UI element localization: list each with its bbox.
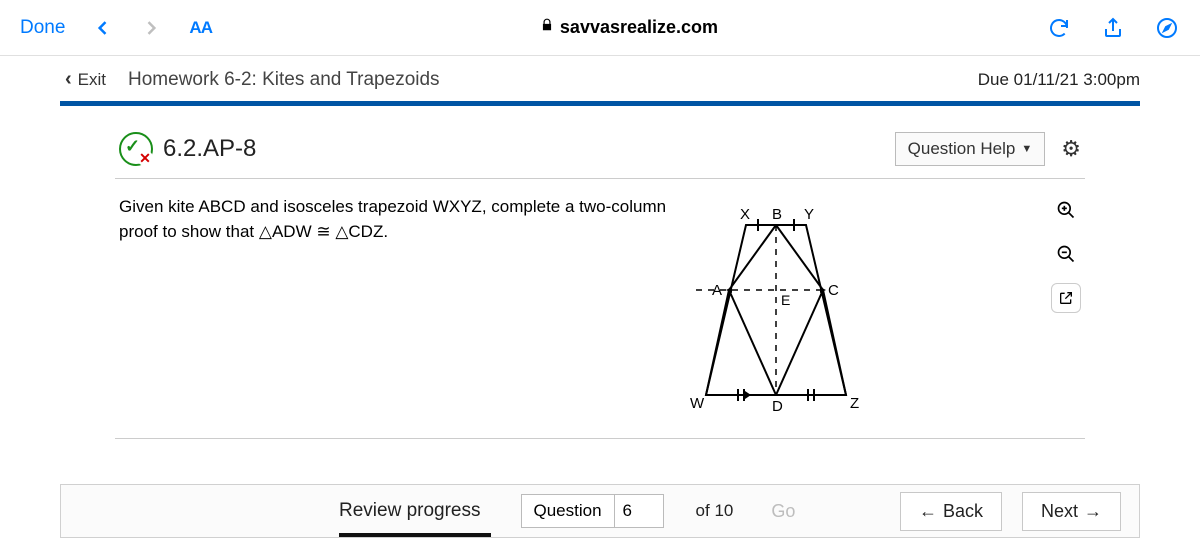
- gear-icon[interactable]: ⚙: [1061, 136, 1081, 162]
- assignment-header: ‹ Exit Homework 6-2: Kites and Trapezoid…: [0, 56, 1200, 101]
- arrow-right-icon: →: [1084, 501, 1102, 522]
- next-label: Next: [1041, 501, 1078, 522]
- question-nav: Question: [521, 494, 664, 528]
- question-id: 6.2.AP-8: [163, 135, 256, 163]
- card-header: 6.2.AP-8 Question Help ⚙: [115, 126, 1085, 179]
- text-size-button[interactable]: AA: [189, 18, 212, 38]
- footer-bar: Review progress Question of 10 Go ← Back…: [60, 484, 1140, 538]
- question-help-label: Question Help: [908, 139, 1016, 159]
- figure: X B Y A C E W D Z: [696, 195, 876, 438]
- url-bar[interactable]: savvasrealize.com: [240, 17, 1018, 38]
- compass-icon[interactable]: [1154, 15, 1180, 41]
- due-date: Due 01/11/21 3:00pm: [978, 70, 1170, 90]
- next-button[interactable]: Next →: [1022, 492, 1121, 531]
- reload-icon[interactable]: [1046, 15, 1072, 41]
- url-text: savvasrealize.com: [560, 17, 718, 38]
- svg-text:C: C: [828, 282, 839, 299]
- lock-icon: [540, 18, 554, 37]
- svg-text:D: D: [772, 398, 783, 415]
- popout-button[interactable]: [1051, 283, 1081, 313]
- forward-icon: [141, 18, 161, 38]
- share-icon[interactable]: [1100, 15, 1126, 41]
- back-label: Back: [943, 501, 983, 522]
- browser-bar: Done AA savvasrealize.com: [0, 0, 1200, 56]
- arrow-left-icon: ←: [919, 501, 937, 522]
- svg-text:X: X: [740, 206, 750, 223]
- svg-text:W: W: [690, 395, 705, 412]
- question-help-button[interactable]: Question Help: [895, 132, 1046, 166]
- chevron-left-icon: ‹: [65, 68, 72, 91]
- zoom-in-button[interactable]: [1051, 195, 1081, 225]
- exit-button[interactable]: ‹ Exit: [65, 68, 106, 91]
- assignment-title: Homework 6-2: Kites and Trapezoids: [128, 69, 440, 91]
- question-number-input[interactable]: [614, 494, 664, 528]
- question-total: of 10: [696, 501, 734, 521]
- back-icon[interactable]: [93, 18, 113, 38]
- card-body: Given kite ABCD and isosceles trapezoid …: [115, 179, 1085, 439]
- review-progress-tab[interactable]: Review progress: [339, 500, 481, 522]
- question-prompt: Given kite ABCD and isosceles trapezoid …: [119, 195, 666, 438]
- svg-text:A: A: [712, 282, 722, 299]
- go-button[interactable]: Go: [771, 501, 795, 522]
- zoom-out-button[interactable]: [1051, 239, 1081, 269]
- progress-bar: [60, 101, 1140, 106]
- question-card: 6.2.AP-8 Question Help ⚙ Given kite ABCD…: [115, 126, 1085, 439]
- svg-text:Z: Z: [850, 395, 859, 412]
- exit-label: Exit: [78, 70, 106, 90]
- back-button[interactable]: ← Back: [900, 492, 1002, 531]
- svg-text:B: B: [772, 206, 782, 223]
- done-button[interactable]: Done: [20, 17, 65, 39]
- figure-tools: [1051, 195, 1081, 438]
- svg-text:E: E: [781, 292, 790, 308]
- svg-text:Y: Y: [804, 206, 814, 223]
- status-icon: [119, 132, 153, 166]
- question-label: Question: [521, 494, 614, 528]
